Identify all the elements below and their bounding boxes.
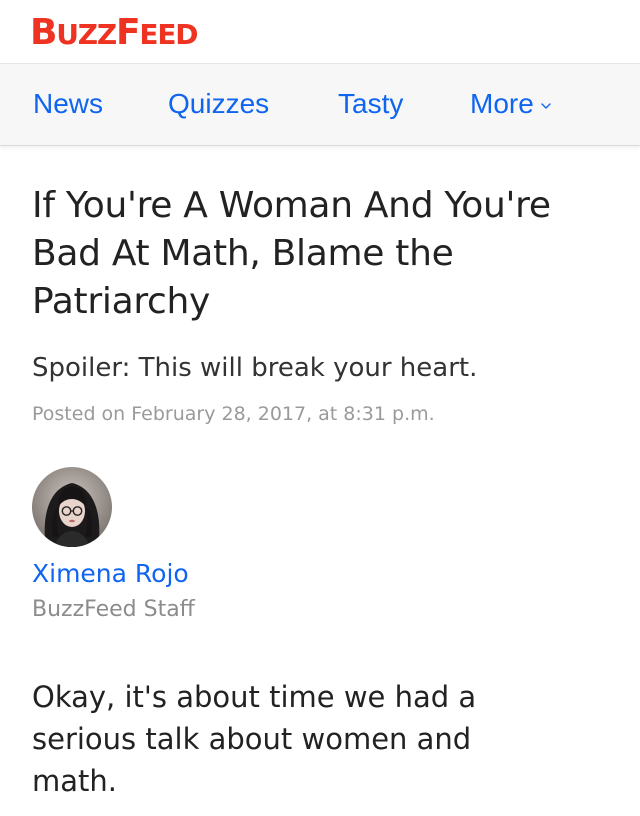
nav-item-quizzes[interactable]: Quizzes xyxy=(168,86,269,122)
article-lede: Okay, it's about time we had a serious t… xyxy=(32,680,477,798)
nav-more-label: More xyxy=(470,88,534,119)
article: If You're A Woman And You're Bad At Math… xyxy=(0,182,640,802)
author-avatar[interactable] xyxy=(32,467,112,547)
author-name-link[interactable]: Ximena Rojo xyxy=(32,558,189,590)
buzzfeed-logo[interactable]: BUZZFEED xyxy=(30,9,199,59)
logo-text: BUZZFEED xyxy=(30,12,199,53)
author-title: BuzzFeed Staff xyxy=(32,597,195,622)
site-header: BUZZFEED xyxy=(0,0,640,64)
nav-item-news[interactable]: News xyxy=(33,86,103,122)
nav-item-more[interactable]: More xyxy=(470,86,552,122)
article-headline: If You're A Woman And You're Bad At Math… xyxy=(32,185,551,322)
posted-timestamp: Posted on February 28, 2017, at 8:31 p.m… xyxy=(32,403,435,425)
article-dek: Spoiler: This will break your heart. xyxy=(32,353,478,383)
chevron-down-icon xyxy=(541,102,551,109)
avatar-image xyxy=(32,467,112,547)
main-nav: News Quizzes Tasty More xyxy=(0,64,640,146)
nav-item-tasty[interactable]: Tasty xyxy=(338,86,403,122)
